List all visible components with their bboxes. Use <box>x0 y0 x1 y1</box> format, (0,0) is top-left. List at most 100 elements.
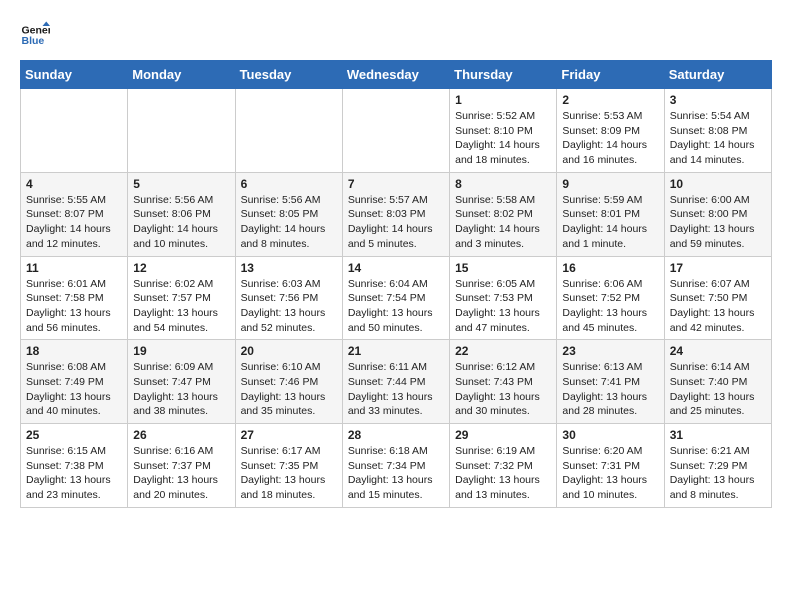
weekday-header-row: SundayMondayTuesdayWednesdayThursdayFrid… <box>21 61 772 89</box>
weekday-header: Friday <box>557 61 664 89</box>
page-header: General Blue <box>20 20 772 50</box>
day-info: Sunrise: 6:20 AM Sunset: 7:31 PM Dayligh… <box>562 444 658 503</box>
day-number: 9 <box>562 177 658 191</box>
calendar-cell: 25 Sunrise: 6:15 AM Sunset: 7:38 PM Dayli… <box>21 424 128 508</box>
day-info: Sunrise: 6:21 AM Sunset: 7:29 PM Dayligh… <box>670 444 766 503</box>
day-number: 6 <box>241 177 337 191</box>
calendar-week-row: 18 Sunrise: 6:08 AM Sunset: 7:49 PM Dayli… <box>21 340 772 424</box>
weekday-header: Wednesday <box>342 61 449 89</box>
day-number: 10 <box>670 177 766 191</box>
calendar-week-row: 11 Sunrise: 6:01 AM Sunset: 7:58 PM Dayli… <box>21 256 772 340</box>
calendar-cell: 3Sunrise: 5:54 AM Sunset: 8:08 PM Daylig… <box>664 89 771 173</box>
calendar-cell: 22 Sunrise: 6:12 AM Sunset: 7:43 PM Dayli… <box>450 340 557 424</box>
calendar-cell: 12 Sunrise: 6:02 AM Sunset: 7:57 PM Dayli… <box>128 256 235 340</box>
day-info: Sunrise: 6:03 AM Sunset: 7:56 PM Dayligh… <box>241 277 337 336</box>
calendar-cell: 2 Sunrise: 5:53 AM Sunset: 8:09 PM Daylig… <box>557 89 664 173</box>
day-number: 5 <box>133 177 229 191</box>
day-info: Sunrise: 5:52 AM Sunset: 8:10 PM Dayligh… <box>455 109 551 168</box>
calendar-cell: 7Sunrise: 5:57 AM Sunset: 8:03 PM Daylig… <box>342 172 449 256</box>
svg-text:Blue: Blue <box>22 35 45 47</box>
calendar-cell: 24Sunrise: 6:14 AM Sunset: 7:40 PM Dayli… <box>664 340 771 424</box>
day-info: Sunrise: 6:12 AM Sunset: 7:43 PM Dayligh… <box>455 360 551 419</box>
day-number: 24 <box>670 344 766 358</box>
calendar-cell: 27 Sunrise: 6:17 AM Sunset: 7:35 PM Dayli… <box>235 424 342 508</box>
day-number: 26 <box>133 428 229 442</box>
calendar-cell <box>342 89 449 173</box>
calendar-cell: 16 Sunrise: 6:06 AM Sunset: 7:52 PM Dayli… <box>557 256 664 340</box>
day-number: 17 <box>670 261 766 275</box>
day-info: Sunrise: 5:53 AM Sunset: 8:09 PM Dayligh… <box>562 109 658 168</box>
calendar-cell: 11 Sunrise: 6:01 AM Sunset: 7:58 PM Dayli… <box>21 256 128 340</box>
calendar-cell: 14 Sunrise: 6:04 AM Sunset: 7:54 PM Dayli… <box>342 256 449 340</box>
calendar-cell: 20 Sunrise: 6:10 AM Sunset: 7:46 PM Dayli… <box>235 340 342 424</box>
logo-icon: General Blue <box>20 20 50 50</box>
calendar-cell: 28Sunrise: 6:18 AM Sunset: 7:34 PM Dayli… <box>342 424 449 508</box>
day-number: 11 <box>26 261 122 275</box>
day-info: Sunrise: 5:56 AM Sunset: 8:06 PM Dayligh… <box>133 193 229 252</box>
day-number: 12 <box>133 261 229 275</box>
day-info: Sunrise: 6:02 AM Sunset: 7:57 PM Dayligh… <box>133 277 229 336</box>
calendar-cell: 1 Sunrise: 5:52 AM Sunset: 8:10 PM Daylig… <box>450 89 557 173</box>
day-number: 19 <box>133 344 229 358</box>
day-number: 28 <box>348 428 444 442</box>
day-number: 4 <box>26 177 122 191</box>
calendar-cell: 18 Sunrise: 6:08 AM Sunset: 7:49 PM Dayli… <box>21 340 128 424</box>
day-info: Sunrise: 6:07 AM Sunset: 7:50 PM Dayligh… <box>670 277 766 336</box>
day-info: Sunrise: 6:01 AM Sunset: 7:58 PM Dayligh… <box>26 277 122 336</box>
calendar-cell: 8 Sunrise: 5:58 AM Sunset: 8:02 PM Daylig… <box>450 172 557 256</box>
weekday-header: Monday <box>128 61 235 89</box>
calendar-cell <box>21 89 128 173</box>
day-info: Sunrise: 6:10 AM Sunset: 7:46 PM Dayligh… <box>241 360 337 419</box>
calendar-cell: 6 Sunrise: 5:56 AM Sunset: 8:05 PM Daylig… <box>235 172 342 256</box>
day-info: Sunrise: 6:06 AM Sunset: 7:52 PM Dayligh… <box>562 277 658 336</box>
calendar-cell: 5 Sunrise: 5:56 AM Sunset: 8:06 PM Daylig… <box>128 172 235 256</box>
day-info: Sunrise: 6:08 AM Sunset: 7:49 PM Dayligh… <box>26 360 122 419</box>
day-number: 27 <box>241 428 337 442</box>
day-number: 16 <box>562 261 658 275</box>
day-number: 18 <box>26 344 122 358</box>
calendar-cell: 10 Sunrise: 6:00 AM Sunset: 8:00 PM Dayli… <box>664 172 771 256</box>
day-info: Sunrise: 5:56 AM Sunset: 8:05 PM Dayligh… <box>241 193 337 252</box>
day-number: 20 <box>241 344 337 358</box>
day-number: 21 <box>348 344 444 358</box>
calendar-cell: 23Sunrise: 6:13 AM Sunset: 7:41 PM Dayli… <box>557 340 664 424</box>
day-info: Sunrise: 6:13 AM Sunset: 7:41 PM Dayligh… <box>562 360 658 419</box>
day-info: Sunrise: 5:58 AM Sunset: 8:02 PM Dayligh… <box>455 193 551 252</box>
calendar-cell: 13 Sunrise: 6:03 AM Sunset: 7:56 PM Dayli… <box>235 256 342 340</box>
day-number: 15 <box>455 261 551 275</box>
calendar-week-row: 1 Sunrise: 5:52 AM Sunset: 8:10 PM Daylig… <box>21 89 772 173</box>
calendar-week-row: 4Sunrise: 5:55 AM Sunset: 8:07 PM Daylig… <box>21 172 772 256</box>
day-info: Sunrise: 5:57 AM Sunset: 8:03 PM Dayligh… <box>348 193 444 252</box>
day-number: 30 <box>562 428 658 442</box>
day-info: Sunrise: 6:00 AM Sunset: 8:00 PM Dayligh… <box>670 193 766 252</box>
calendar-cell: 31 Sunrise: 6:21 AM Sunset: 7:29 PM Dayli… <box>664 424 771 508</box>
day-number: 25 <box>26 428 122 442</box>
day-info: Sunrise: 6:11 AM Sunset: 7:44 PM Dayligh… <box>348 360 444 419</box>
weekday-header: Saturday <box>664 61 771 89</box>
calendar-cell: 17 Sunrise: 6:07 AM Sunset: 7:50 PM Dayli… <box>664 256 771 340</box>
calendar-cell: 9 Sunrise: 5:59 AM Sunset: 8:01 PM Daylig… <box>557 172 664 256</box>
weekday-header: Sunday <box>21 61 128 89</box>
calendar-cell: 15 Sunrise: 6:05 AM Sunset: 7:53 PM Dayli… <box>450 256 557 340</box>
day-number: 14 <box>348 261 444 275</box>
logo: General Blue <box>20 20 54 50</box>
day-number: 22 <box>455 344 551 358</box>
calendar-cell: 26Sunrise: 6:16 AM Sunset: 7:37 PM Dayli… <box>128 424 235 508</box>
day-number: 2 <box>562 93 658 107</box>
day-info: Sunrise: 6:09 AM Sunset: 7:47 PM Dayligh… <box>133 360 229 419</box>
calendar-week-row: 25 Sunrise: 6:15 AM Sunset: 7:38 PM Dayli… <box>21 424 772 508</box>
calendar-cell: 30 Sunrise: 6:20 AM Sunset: 7:31 PM Dayli… <box>557 424 664 508</box>
day-number: 8 <box>455 177 551 191</box>
day-number: 1 <box>455 93 551 107</box>
day-info: Sunrise: 6:17 AM Sunset: 7:35 PM Dayligh… <box>241 444 337 503</box>
day-number: 31 <box>670 428 766 442</box>
day-info: Sunrise: 5:54 AM Sunset: 8:08 PM Dayligh… <box>670 109 766 168</box>
day-info: Sunrise: 5:59 AM Sunset: 8:01 PM Dayligh… <box>562 193 658 252</box>
day-number: 29 <box>455 428 551 442</box>
day-number: 13 <box>241 261 337 275</box>
day-info: Sunrise: 6:04 AM Sunset: 7:54 PM Dayligh… <box>348 277 444 336</box>
calendar-table: SundayMondayTuesdayWednesdayThursdayFrid… <box>20 60 772 508</box>
calendar-cell <box>128 89 235 173</box>
day-info: Sunrise: 6:15 AM Sunset: 7:38 PM Dayligh… <box>26 444 122 503</box>
day-info: Sunrise: 6:05 AM Sunset: 7:53 PM Dayligh… <box>455 277 551 336</box>
